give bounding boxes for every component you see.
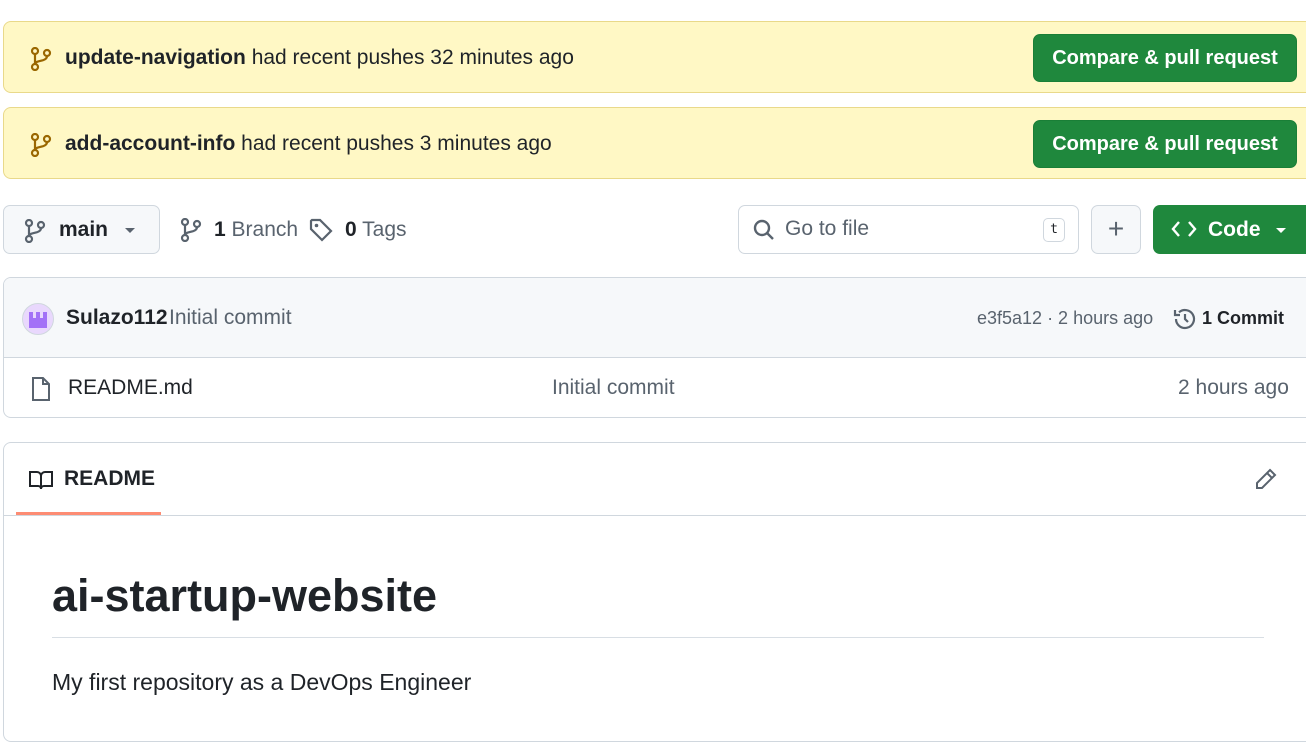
- keyboard-shortcut-hint: t: [1043, 218, 1065, 242]
- branches-link[interactable]: 1 Branch: [180, 206, 298, 254]
- branch-name-link[interactable]: update-navigation: [65, 46, 246, 69]
- compare-pull-request-button[interactable]: Compare & pull request: [1033, 34, 1297, 82]
- file-commit-time: 2 hours ago: [1178, 376, 1289, 399]
- code-button[interactable]: Code: [1153, 205, 1306, 254]
- git-branch-icon: [30, 47, 52, 71]
- book-icon: [28, 469, 54, 491]
- pencil-icon[interactable]: [1254, 467, 1278, 491]
- git-branch-icon: [24, 219, 46, 243]
- git-branch-icon: [30, 133, 52, 157]
- recent-push-banner: update-navigation had recent pushes 32 m…: [3, 21, 1306, 93]
- search-icon: [753, 219, 775, 241]
- readme-panel: README ai-startup-website My first repos…: [3, 442, 1306, 742]
- heading-divider: [52, 637, 1264, 638]
- readme-tab-label: README: [64, 467, 156, 490]
- branches-count: 1: [214, 218, 226, 241]
- latest-commit-bar: Sulazo112 Initial commit e3f5a12 · 2 hou…: [4, 278, 1306, 358]
- banner-text: update-navigation had recent pushes 32 m…: [65, 22, 574, 94]
- tags-label: Tags: [362, 218, 407, 241]
- tags-link[interactable]: 0 Tags: [309, 206, 407, 254]
- file-icon: [30, 376, 52, 402]
- avatar[interactable]: [22, 303, 54, 335]
- go-to-file-input[interactable]: [785, 214, 1025, 244]
- compare-pull-request-button[interactable]: Compare & pull request: [1033, 120, 1297, 168]
- chevron-down-icon: [123, 226, 137, 235]
- tags-count: 0: [345, 218, 357, 241]
- commit-author-link[interactable]: Sulazo112: [66, 278, 168, 358]
- git-branch-icon: [180, 218, 202, 242]
- commit-message-link[interactable]: Initial commit: [169, 278, 292, 358]
- history-icon: [1172, 306, 1198, 332]
- branch-selector-button[interactable]: main: [3, 205, 160, 254]
- file-name-link[interactable]: README.md: [68, 357, 193, 417]
- banner-message: had recent pushes 32 minutes ago: [251, 46, 574, 69]
- tag-icon: [309, 218, 333, 242]
- file-browser: Sulazo112 Initial commit e3f5a12 · 2 hou…: [3, 277, 1306, 418]
- readme-body-text: My first repository as a DevOps Engineer: [52, 669, 472, 695]
- branches-label: Branch: [231, 218, 299, 241]
- add-file-button[interactable]: +: [1091, 205, 1141, 254]
- code-brackets-icon: [1171, 219, 1197, 239]
- code-button-label: Code: [1208, 218, 1261, 241]
- readme-header: README: [4, 443, 1306, 516]
- chevron-down-icon: [1274, 226, 1288, 235]
- file-commit-message-link[interactable]: Initial commit: [552, 357, 675, 417]
- recent-push-banner: add-account-info had recent pushes 3 min…: [3, 107, 1306, 179]
- go-to-file-search[interactable]: t: [738, 205, 1079, 254]
- readme-heading: ai-startup-website: [52, 570, 438, 621]
- banner-text: add-account-info had recent pushes 3 min…: [65, 108, 552, 180]
- commits-history-link[interactable]: 1 Commit: [1202, 278, 1284, 358]
- branch-name-link[interactable]: add-account-info: [65, 132, 235, 155]
- banner-message: had recent pushes 3 minutes ago: [241, 132, 552, 155]
- current-branch-label: main: [59, 218, 109, 241]
- table-row: README.md Initial commit 2 hours ago: [4, 357, 1306, 417]
- tab-readme[interactable]: README: [16, 443, 161, 515]
- commit-hash-time[interactable]: e3f5a12 · 2 hours ago: [977, 278, 1153, 358]
